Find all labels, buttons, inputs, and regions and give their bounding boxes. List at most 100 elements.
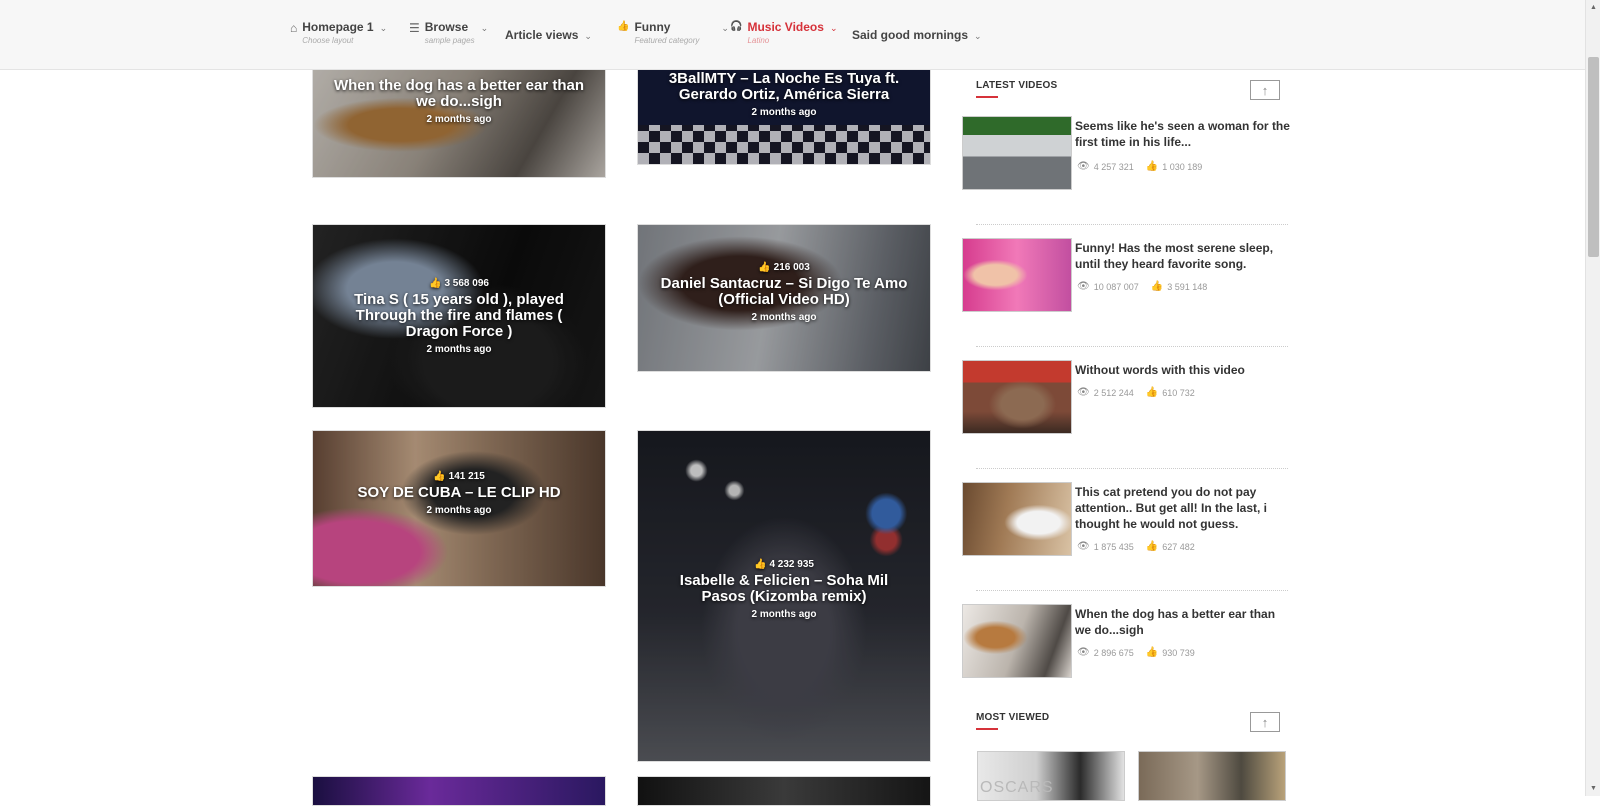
video-time: 2 months ago xyxy=(751,107,817,118)
latest-videos-heading: LATEST VIDEOS xyxy=(976,80,1058,98)
video-card-tina-s[interactable]: 👍 3 568 096 Tina S ( 15 years old ), play… xyxy=(312,224,606,408)
like-count: 👍 141 215 xyxy=(433,471,485,482)
video-card-partial[interactable] xyxy=(312,776,606,806)
oscars-text: OSCARS xyxy=(980,779,1054,796)
video-time: 2 months ago xyxy=(751,609,817,620)
scroll-top-button[interactable]: ↑ xyxy=(1250,712,1280,732)
video-stats: 👁 2 896 675 👍 930 739 xyxy=(1077,647,1195,658)
video-title[interactable]: Daniel Santacruz – Si Digo Te Amo (Offic… xyxy=(658,276,910,308)
chevron-down-icon: ⌄ xyxy=(974,31,982,41)
thumbs-up-icon: 👍 xyxy=(433,471,446,482)
video-title[interactable]: When the dog has a better ear than we do… xyxy=(1075,606,1290,638)
thumbs-up-icon: 👍 xyxy=(1145,647,1159,658)
video-card-daniel-santacruz[interactable]: 👍 216 003 Daniel Santacruz – Si Digo Te A… xyxy=(637,224,931,372)
video-thumbnail xyxy=(638,777,930,805)
home-icon: ⌂ xyxy=(290,21,298,35)
nav-funny[interactable]: 👍 Funny Featured category ⌄ xyxy=(617,20,729,50)
like-count: 627 482 xyxy=(1162,541,1195,552)
nav-funny-label: Funny xyxy=(634,20,671,34)
divider xyxy=(976,224,1288,225)
chevron-down-icon: ⌄ xyxy=(379,23,388,33)
video-card-isabelle-felicien[interactable]: 👍 4 232 935 Isabelle & Felicien – Soha Mi… xyxy=(637,430,931,762)
eye-icon: 👁 xyxy=(1077,281,1090,292)
video-title[interactable]: When the dog has a better ear than we do… xyxy=(333,78,585,110)
scroll-down-icon[interactable]: ▼ xyxy=(1586,781,1600,796)
arrow-up-icon: ↑ xyxy=(1261,714,1269,730)
thumbs-up-icon: 👍 xyxy=(758,262,771,273)
view-count: 10 087 007 xyxy=(1093,281,1139,292)
most-viewed-heading: MOST VIEWED xyxy=(976,712,1050,730)
video-thumbnail[interactable]: OSCARS xyxy=(977,751,1125,801)
video-title[interactable]: Funny! Has the most serene sleep, until … xyxy=(1075,240,1290,272)
video-stats: 👁 4 257 321 👍 1 030 189 xyxy=(1077,161,1202,172)
video-time: 2 months ago xyxy=(426,344,492,355)
nav-homepage-sub: Choose layout xyxy=(302,36,354,45)
like-count: 👍 216 003 xyxy=(758,262,810,273)
divider xyxy=(976,590,1288,591)
nav-said-good-mornings[interactable]: Said good mornings ⌄ xyxy=(852,28,982,58)
thumbs-up-icon: 👍 xyxy=(1145,387,1159,398)
nav-browse-sub: sample pages xyxy=(424,36,475,45)
list-item: Without words with this video 👁 2 512 244… xyxy=(962,360,1292,434)
eye-icon: 👁 xyxy=(1077,541,1090,552)
scrollbar-thumb[interactable] xyxy=(1588,57,1599,257)
like-count: 👍 3 568 096 xyxy=(429,278,489,289)
list-item: Seems like he's seen a woman for the fir… xyxy=(962,116,1292,190)
chevron-down-icon: ⌄ xyxy=(829,23,838,33)
video-card-3ballmty[interactable]: 3BallMTY – La Noche Es Tuya ft. Gerardo … xyxy=(637,60,931,165)
video-stats: 👁 1 875 435 👍 627 482 xyxy=(1077,541,1195,552)
video-title[interactable]: Seems like he's seen a woman for the fir… xyxy=(1075,118,1290,150)
video-thumbnail[interactable] xyxy=(962,360,1072,434)
video-time: 2 months ago xyxy=(751,312,817,323)
nav-homepage-label: Homepage 1 xyxy=(302,20,374,34)
video-card-soy-de-cuba[interactable]: 👍 141 215 SOY DE CUBA – LE CLIP HD 2 mont… xyxy=(312,430,606,587)
eye-icon: 👁 xyxy=(1077,387,1090,398)
video-title[interactable]: SOY DE CUBA – LE CLIP HD xyxy=(333,485,585,501)
chevron-down-icon: ⌄ xyxy=(480,23,489,33)
video-thumbnail[interactable] xyxy=(1138,751,1286,801)
scroll-top-button[interactable]: ↑ xyxy=(1250,80,1280,100)
nav-article-views[interactable]: Article views ⌄ xyxy=(505,28,592,58)
headphones-icon: 🎧 xyxy=(730,21,743,32)
video-thumbnail[interactable] xyxy=(962,238,1072,312)
nav-music-videos-label: Music Videos xyxy=(747,20,824,34)
list-item: When the dog has a better ear than we do… xyxy=(962,604,1292,678)
video-title[interactable]: Tina S ( 15 years old ), played Through … xyxy=(333,292,585,340)
thumbs-up-icon: 👍 xyxy=(1150,281,1164,292)
like-count: 👍 4 232 935 xyxy=(754,559,814,570)
top-navigation: ⌂ Homepage 1 Choose layout ⌄ ☰ Browse sa… xyxy=(0,0,1585,70)
video-card-partial[interactable] xyxy=(637,776,931,806)
video-thumbnail[interactable] xyxy=(962,482,1072,556)
nav-said-good-mornings-label: Said good mornings xyxy=(852,28,968,42)
list-item: Funny! Has the most serene sleep, until … xyxy=(962,238,1292,312)
video-title[interactable]: Isabelle & Felicien – Soha Mil Pasos (Ki… xyxy=(658,573,910,605)
view-count: 4 257 321 xyxy=(1093,161,1134,172)
video-title[interactable]: 3BallMTY – La Noche Es Tuya ft. Gerardo … xyxy=(658,71,910,103)
scroll-up-icon[interactable]: ▲ xyxy=(1586,0,1600,15)
divider xyxy=(976,468,1288,469)
video-thumbnail[interactable] xyxy=(962,604,1072,678)
nav-music-videos[interactable]: 🎧 Music Videos Latino ⌄ xyxy=(730,20,837,50)
view-count: 1 875 435 xyxy=(1093,541,1134,552)
nav-homepage[interactable]: ⌂ Homepage 1 Choose layout ⌄ xyxy=(290,20,387,50)
thumbs-up-icon: 👍 xyxy=(617,21,630,32)
video-thumbnail xyxy=(313,777,605,805)
nav-browse[interactable]: ☰ Browse sample pages ⌄ xyxy=(409,20,488,50)
page-scrollbar[interactable]: ▲ ▼ xyxy=(1585,0,1600,796)
like-count: 3 591 148 xyxy=(1167,281,1208,292)
video-title[interactable]: This cat pretend you do not pay attentio… xyxy=(1075,484,1290,532)
like-count: 930 739 xyxy=(1162,647,1195,658)
list-icon: ☰ xyxy=(409,21,420,35)
nav-music-videos-sub: Latino xyxy=(747,36,770,45)
video-title[interactable]: Without words with this video xyxy=(1075,362,1290,378)
video-thumbnail[interactable] xyxy=(962,116,1072,190)
video-stats: 👁 10 087 007 👍 3 591 148 xyxy=(1077,281,1207,292)
nav-funny-sub: Featured category xyxy=(634,36,700,45)
view-count: 2 896 675 xyxy=(1093,647,1134,658)
thumbs-up-icon: 👍 xyxy=(754,559,767,570)
nav-browse-label: Browse xyxy=(424,20,469,34)
eye-icon: 👁 xyxy=(1077,161,1090,172)
video-card-dog-ear[interactable]: When the dog has a better ear than we do… xyxy=(312,60,606,178)
arrow-up-icon: ↑ xyxy=(1261,82,1269,98)
thumbs-up-icon: 👍 xyxy=(1145,541,1159,552)
